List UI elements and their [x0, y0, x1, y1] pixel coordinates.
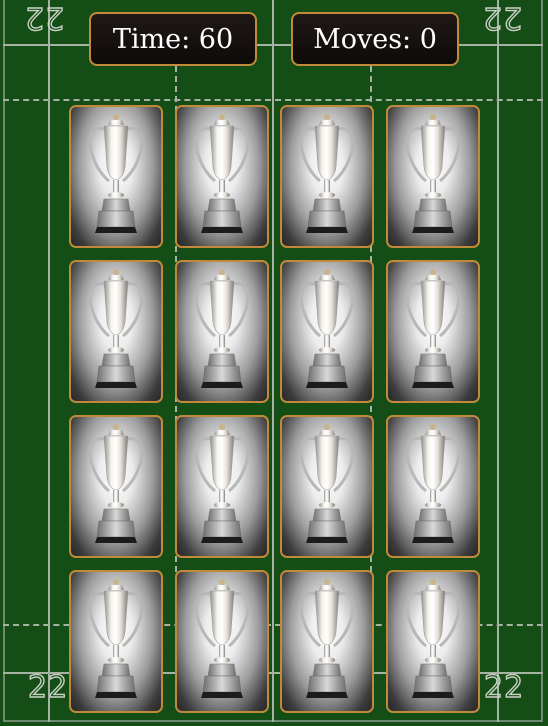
field-22-line-top	[3, 44, 543, 46]
card-grid	[69, 105, 480, 715]
memory-card[interactable]	[280, 260, 374, 403]
field-number-top-left: 22	[23, 0, 65, 36]
memory-card[interactable]	[280, 415, 374, 558]
field-number-bottom-right: 22	[483, 669, 525, 705]
memory-card[interactable]	[385, 260, 480, 403]
memory-card[interactable]	[174, 105, 269, 248]
memory-card[interactable]	[69, 260, 163, 403]
field-dashed-line-top	[3, 99, 543, 101]
memory-card[interactable]	[69, 105, 163, 248]
timer-display: Time: 60	[89, 12, 257, 66]
memory-card[interactable]	[280, 105, 374, 248]
memory-card[interactable]	[174, 415, 269, 558]
field-line-left	[48, 0, 50, 722]
memory-card[interactable]	[385, 570, 480, 713]
field-number-top-right: 22	[481, 0, 523, 36]
field-line-right	[497, 0, 499, 722]
memory-card[interactable]	[385, 415, 480, 558]
moves-counter: Moves: 0	[291, 12, 459, 66]
memory-card[interactable]	[174, 570, 269, 713]
memory-card[interactable]	[69, 570, 163, 713]
moves-text: Moves: 0	[313, 23, 437, 55]
memory-card[interactable]	[280, 570, 374, 713]
field-number-bottom-left: 22	[27, 669, 69, 705]
timer-text: Time: 60	[112, 23, 234, 55]
memory-card[interactable]	[174, 260, 269, 403]
memory-card[interactable]	[69, 415, 163, 558]
memory-card[interactable]	[385, 105, 480, 248]
